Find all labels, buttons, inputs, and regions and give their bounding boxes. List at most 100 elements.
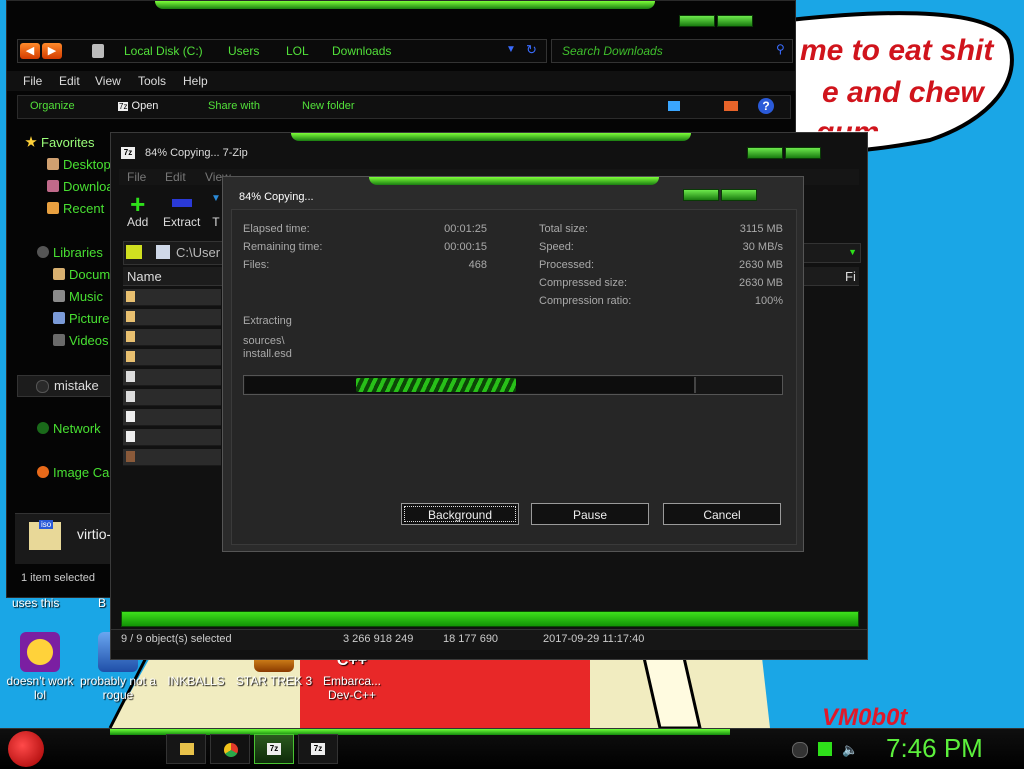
extract-icon — [171, 199, 192, 207]
minimize-button[interactable] — [683, 189, 719, 201]
nav-libraries[interactable]: Libraries — [37, 245, 103, 260]
7zip-window-title: 84% Copying... 7-Zip — [145, 147, 248, 159]
taskbar-7zip-2[interactable]: 7z — [298, 734, 338, 764]
pictures-icon — [53, 312, 65, 324]
desktop-icon-label: STAR TREK 3 — [235, 674, 313, 688]
nav-recent[interactable]: Recent — [47, 201, 104, 216]
nav-desktop[interactable]: Desktop — [47, 157, 111, 172]
desktop-icon-label[interactable]: uses this — [12, 596, 59, 610]
table-row[interactable] — [123, 369, 221, 386]
breadcrumb-lol[interactable]: LOL — [286, 44, 309, 58]
nav-image-capture[interactable]: Image Ca — [37, 465, 109, 480]
preview-pane-icon[interactable] — [724, 101, 738, 111]
menu-file[interactable]: File — [23, 74, 42, 88]
horizontal-scrollbar[interactable] — [121, 611, 859, 627]
column-name[interactable]: Name — [127, 269, 162, 284]
chrome-icon — [224, 743, 238, 757]
show-hidden-icons[interactable] — [792, 742, 808, 758]
start-button-angry-bird-icon[interactable] — [8, 731, 44, 767]
table-row[interactable] — [123, 329, 221, 346]
minimize-button[interactable] — [679, 15, 715, 27]
open-button[interactable]: 7z Open — [118, 100, 158, 112]
search-input[interactable]: Search Downloads — [562, 44, 663, 58]
compression-ratio-value: 100% — [754, 295, 783, 307]
breadcrumb-downloads[interactable]: Downloads — [332, 44, 391, 58]
view-options-icon[interactable] — [668, 101, 680, 111]
taskbar-chrome[interactable] — [210, 734, 250, 764]
table-row[interactable] — [123, 389, 221, 406]
organize-button[interactable]: Organize — [30, 100, 75, 112]
new-folder-button[interactable]: New folder — [302, 100, 355, 112]
nav-pictures[interactable]: Pictures — [53, 311, 116, 326]
cancel-button[interactable]: Cancel — [663, 503, 781, 525]
nav-favorites[interactable]: Favorites — [25, 135, 94, 150]
table-row[interactable] — [123, 289, 221, 306]
operation-label: Extracting — [243, 315, 292, 327]
command-bar: Organize 7z Open Share with New folder ? — [17, 95, 791, 119]
maximize-button[interactable] — [721, 189, 757, 201]
menu-help[interactable]: Help — [183, 74, 208, 88]
menu-edit[interactable]: Edit — [59, 74, 80, 88]
minimize-button[interactable] — [747, 147, 783, 159]
pause-button[interactable]: Pause — [531, 503, 649, 525]
network-tray-icon[interactable] — [818, 742, 832, 756]
folder-icon — [180, 743, 194, 755]
nav-music[interactable]: Music — [53, 289, 103, 304]
nav-network[interactable]: Network — [37, 421, 101, 436]
desktop-icon-label: Embarca... Dev-C++ — [322, 674, 382, 702]
volume-icon[interactable]: 🔈 — [842, 742, 858, 757]
window-controls — [747, 147, 821, 159]
search-icon[interactable]: ⚲ — [776, 42, 785, 56]
back-button[interactable]: ◀ — [20, 43, 40, 59]
test-button[interactable]: ▼ T — [211, 193, 221, 229]
menu-view[interactable]: View — [95, 74, 121, 88]
column-fi[interactable]: Fi — [845, 269, 856, 284]
chevron-down-icon: ▼ — [848, 247, 857, 257]
nav-mistake[interactable]: mistake — [17, 375, 119, 397]
table-row[interactable] — [123, 349, 221, 366]
title-glow — [155, 1, 655, 9]
file-icon — [126, 391, 135, 402]
table-row[interactable] — [123, 409, 221, 426]
taskbar-7zip-1[interactable]: 7z — [254, 734, 294, 764]
current-file: install.esd — [243, 348, 292, 360]
nav-videos[interactable]: Videos — [53, 333, 109, 348]
forward-button[interactable]: ▶ — [42, 43, 62, 59]
desktop-icon-label[interactable]: B — [98, 596, 106, 610]
menu-file[interactable]: File — [127, 170, 146, 184]
folder-up-icon[interactable] — [126, 245, 142, 259]
clock[interactable]: 7:46 PM — [886, 733, 983, 764]
address-dropdown-icon[interactable]: ▼ — [506, 44, 516, 55]
add-button[interactable]: + Add — [127, 191, 148, 229]
table-row[interactable] — [123, 449, 221, 466]
progress-dialog: 84% Copying... Elapsed time: 00:01:25 Re… — [222, 176, 804, 552]
menu-tools[interactable]: Tools — [138, 74, 166, 88]
camera-icon — [37, 466, 49, 478]
breadcrumb-local-disk[interactable]: Local Disk (C:) — [124, 44, 203, 58]
desktop-icon-yahoo[interactable]: doesn't work lol — [0, 632, 80, 702]
total-size-value: 3115 MB — [739, 223, 783, 235]
7zip-icon: 7z — [267, 743, 281, 755]
taskbar-explorer[interactable] — [166, 734, 206, 764]
path-field[interactable]: C:\User — [123, 241, 225, 265]
maximize-button[interactable] — [717, 15, 753, 27]
folder-icon — [126, 331, 135, 342]
search-box[interactable]: Search Downloads ⚲ — [551, 39, 793, 63]
desktop-icon-label: INKBALLS — [167, 674, 225, 688]
table-row[interactable] — [123, 309, 221, 326]
share-with-button[interactable]: Share with — [208, 100, 260, 112]
stat-label: Compressed size: — [539, 277, 628, 289]
menu-edit[interactable]: Edit — [165, 170, 186, 184]
breadcrumb-users[interactable]: Users — [228, 44, 259, 58]
stat-label: Compression ratio: — [539, 295, 632, 307]
progress-glow — [356, 378, 516, 392]
refresh-icon[interactable]: ↻ — [526, 42, 537, 58]
background-button[interactable]: Background — [401, 503, 519, 525]
desktop-icon — [47, 158, 59, 170]
table-row[interactable] — [123, 429, 221, 446]
help-icon[interactable]: ? — [758, 98, 774, 114]
extract-button[interactable]: Extract — [163, 193, 200, 229]
address-bar[interactable]: ◀ ▶ Local Disk (C:) Users LOL Downloads … — [17, 39, 547, 63]
stat-label: Processed: — [539, 259, 595, 271]
maximize-button[interactable] — [785, 147, 821, 159]
